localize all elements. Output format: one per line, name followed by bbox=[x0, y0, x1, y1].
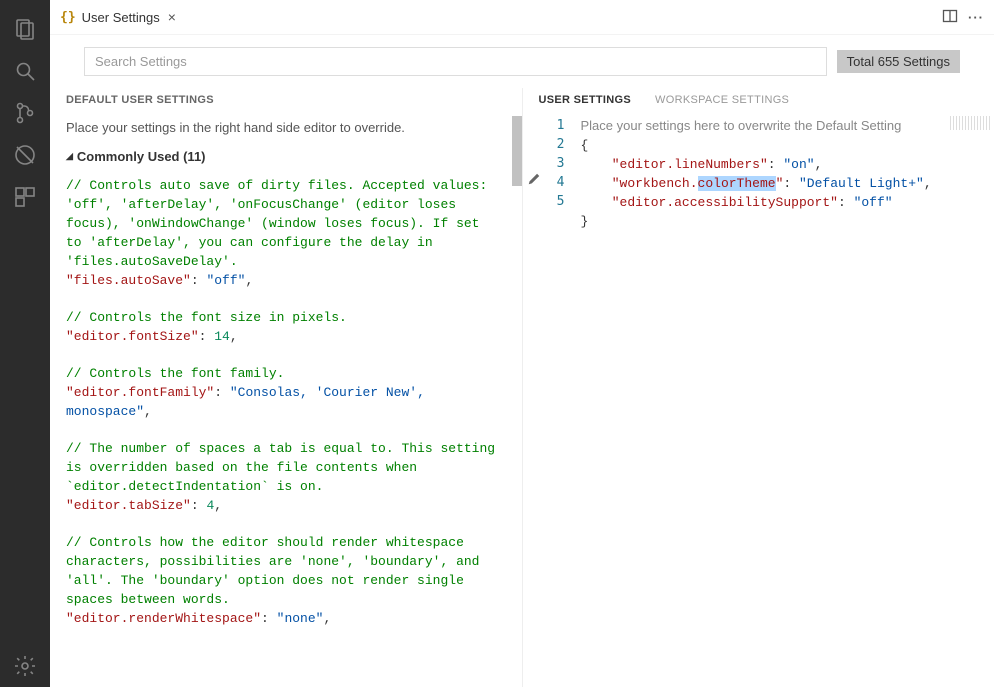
debug-icon[interactable] bbox=[0, 134, 50, 176]
line-number: 2 bbox=[545, 135, 565, 154]
editor-hint: Place your settings here to overwrite th… bbox=[581, 118, 902, 133]
tab-title: User Settings bbox=[82, 10, 160, 25]
default-settings-heading: DEFAULT USER SETTINGS bbox=[50, 88, 522, 112]
scrollbar-thumb[interactable] bbox=[512, 116, 522, 186]
setting-entry[interactable]: // Controls the font family."editor.font… bbox=[66, 364, 500, 421]
source-control-icon[interactable] bbox=[0, 92, 50, 134]
settings-json-content[interactable]: Place your settings here to overwrite th… bbox=[573, 112, 994, 687]
more-icon[interactable]: ··· bbox=[968, 10, 984, 25]
setting-entry[interactable]: // Controls how the editor should render… bbox=[66, 533, 500, 628]
tab-workspace-settings-scope[interactable]: WORKSPACE SETTINGS bbox=[655, 94, 789, 106]
setting-entry[interactable]: // The number of spaces a tab is equal t… bbox=[66, 439, 500, 515]
setting-entry[interactable]: // Controls the font size in pixels."edi… bbox=[66, 308, 500, 346]
tab-user-settings[interactable]: {} User Settings × bbox=[50, 0, 188, 34]
settings-editor[interactable]: 12345 Place your settings here to overwr… bbox=[523, 112, 994, 687]
settings-scope-tabs: USER SETTINGS WORKSPACE SETTINGS bbox=[523, 88, 994, 112]
override-hint: Place your settings in the right hand si… bbox=[66, 120, 500, 135]
setting-entry[interactable]: // Controls auto save of dirty files. Ac… bbox=[66, 176, 500, 290]
search-row: Total 655 Settings bbox=[50, 35, 994, 88]
main-area: {} User Settings × ··· Total 655 Setting… bbox=[50, 0, 994, 687]
default-settings-scroll[interactable]: Place your settings in the right hand si… bbox=[50, 112, 522, 687]
user-settings-pane: USER SETTINGS WORKSPACE SETTINGS 12345 P… bbox=[523, 88, 994, 687]
extensions-icon[interactable] bbox=[0, 176, 50, 218]
line-number: 4 bbox=[545, 173, 565, 192]
total-settings-badge: Total 655 Settings bbox=[837, 50, 960, 73]
split-editor-icon[interactable] bbox=[942, 8, 958, 27]
line-number-gutter: 12345 bbox=[545, 112, 573, 687]
tab-bar: {} User Settings × ··· bbox=[50, 0, 994, 35]
settings-gear-icon[interactable] bbox=[0, 645, 50, 687]
braces-icon: {} bbox=[60, 10, 76, 25]
search-input[interactable] bbox=[84, 47, 827, 76]
close-icon[interactable]: × bbox=[166, 9, 178, 25]
section-commonly-used[interactable]: ◢ Commonly Used (11) bbox=[66, 149, 500, 164]
line-number: 5 bbox=[545, 192, 565, 211]
search-icon[interactable] bbox=[0, 50, 50, 92]
minimap[interactable] bbox=[950, 116, 990, 130]
tab-user-settings-scope[interactable]: USER SETTINGS bbox=[539, 94, 632, 106]
section-title: Commonly Used (11) bbox=[77, 149, 206, 164]
chevron-down-icon: ◢ bbox=[66, 151, 73, 162]
activity-bar bbox=[0, 0, 50, 687]
edit-pencil-icon[interactable] bbox=[523, 172, 545, 189]
line-number: 3 bbox=[545, 154, 565, 173]
explorer-icon[interactable] bbox=[0, 8, 50, 50]
default-settings-pane: DEFAULT USER SETTINGS Place your setting… bbox=[50, 88, 523, 687]
line-number: 1 bbox=[545, 116, 565, 135]
